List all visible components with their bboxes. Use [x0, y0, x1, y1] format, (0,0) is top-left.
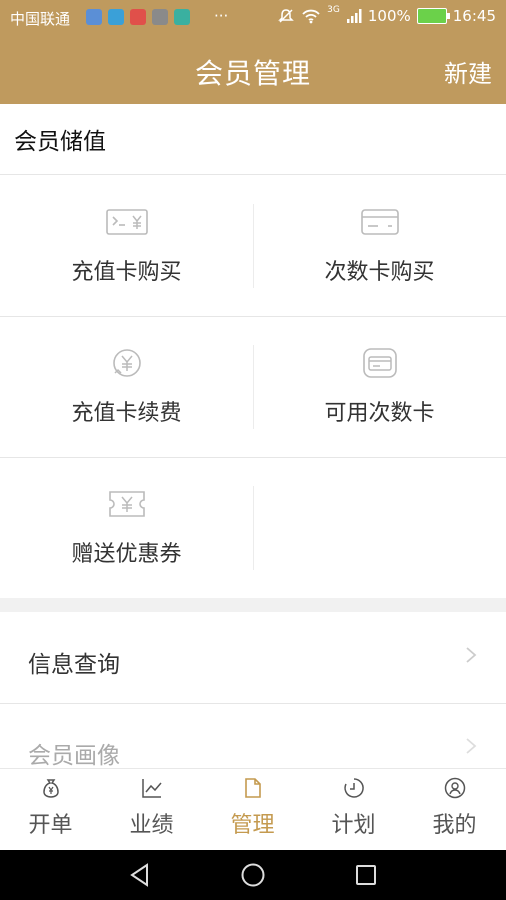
line-chart-icon [141, 779, 162, 798]
recents-icon[interactable] [353, 862, 379, 888]
app-notification-icon [86, 9, 102, 25]
grid-item-label: 充值卡续费 [71, 401, 182, 426]
tab-label: 管理 [230, 813, 275, 838]
list-item-label: 会员画像 [28, 743, 120, 769]
grid-item-count-card-purchase[interactable]: 次数卡购买 [253, 176, 506, 316]
mute-icon [278, 9, 294, 23]
document-icon [244, 778, 261, 798]
status-bar: 中国联通 ··· 3G 100% 16:45 [0, 0, 506, 36]
yen-refresh-icon [112, 349, 141, 377]
section-separator [0, 598, 506, 612]
user-icon [444, 777, 465, 799]
app-notification-icon [152, 9, 168, 25]
grid-item-gift-coupon[interactable]: 赠送优惠券 [0, 458, 253, 598]
signal-icon [346, 9, 362, 23]
app-notification-icon [130, 9, 146, 25]
tab-plan[interactable]: 计划 [303, 769, 404, 851]
chevron-right-icon [466, 738, 477, 754]
carrier-name: 中国联通 [10, 10, 71, 28]
credit-card-icon [360, 209, 399, 235]
divider [0, 174, 506, 175]
more-notifications: ··· [214, 7, 229, 25]
tab-performance[interactable]: 业绩 [101, 769, 202, 851]
app-notification-icon [108, 9, 124, 25]
grid-item-label: 赠送优惠券 [71, 542, 182, 567]
tab-label: 开单 [28, 813, 73, 838]
tab-label: 我的 [432, 813, 477, 838]
back-icon[interactable] [127, 862, 153, 888]
wifi-icon [302, 9, 320, 24]
list-item-label: 信息查询 [28, 652, 120, 678]
notification-icons [86, 9, 190, 25]
status-right: 3G 100% 16:45 [277, 5, 496, 25]
coupon-yen-icon [108, 491, 145, 517]
app-bar: 会员管理 新建 [0, 36, 506, 104]
grid-item-label: 充值卡购买 [71, 260, 182, 285]
battery-percent: 100% [367, 7, 411, 25]
tab-management[interactable]: 管理 [202, 769, 303, 851]
new-button[interactable]: 新建 [444, 54, 492, 89]
tab-order[interactable]: 开单 [0, 769, 101, 851]
app-notification-icon [174, 9, 190, 25]
list-item-info-query[interactable]: 信息查询 [0, 613, 506, 703]
tab-label: 业绩 [129, 813, 174, 838]
divider [253, 345, 254, 429]
section-title: 会员储值 [14, 129, 106, 155]
card-wallet-icon [362, 348, 397, 378]
clock-icon [343, 778, 364, 798]
system-nav-bar [0, 850, 506, 900]
battery-icon [416, 8, 450, 24]
card-yen-icon [105, 209, 148, 235]
tab-mine[interactable]: 我的 [404, 769, 505, 851]
grid-item-recharge-card-purchase[interactable]: 充值卡购买 [0, 176, 253, 316]
page-title: 会员管理 [194, 57, 311, 90]
grid-item-label: 可用次数卡 [324, 401, 435, 426]
grid-item-recharge-card-renewal[interactable]: 充值卡续费 [0, 317, 253, 457]
network-type: 3G [327, 5, 340, 15]
bottom-tab-bar: 开单 业绩 管理 计划 我的 [0, 768, 506, 851]
grid-item-available-count-card[interactable]: 可用次数卡 [253, 317, 506, 457]
home-icon[interactable] [240, 862, 266, 888]
tab-label: 计划 [331, 813, 376, 838]
grid-item-label: 次数卡购买 [324, 260, 435, 285]
divider [253, 486, 254, 570]
money-bag-icon [42, 779, 59, 798]
chevron-right-icon [466, 647, 477, 663]
divider [253, 204, 254, 288]
clock-time: 16:45 [452, 7, 496, 25]
